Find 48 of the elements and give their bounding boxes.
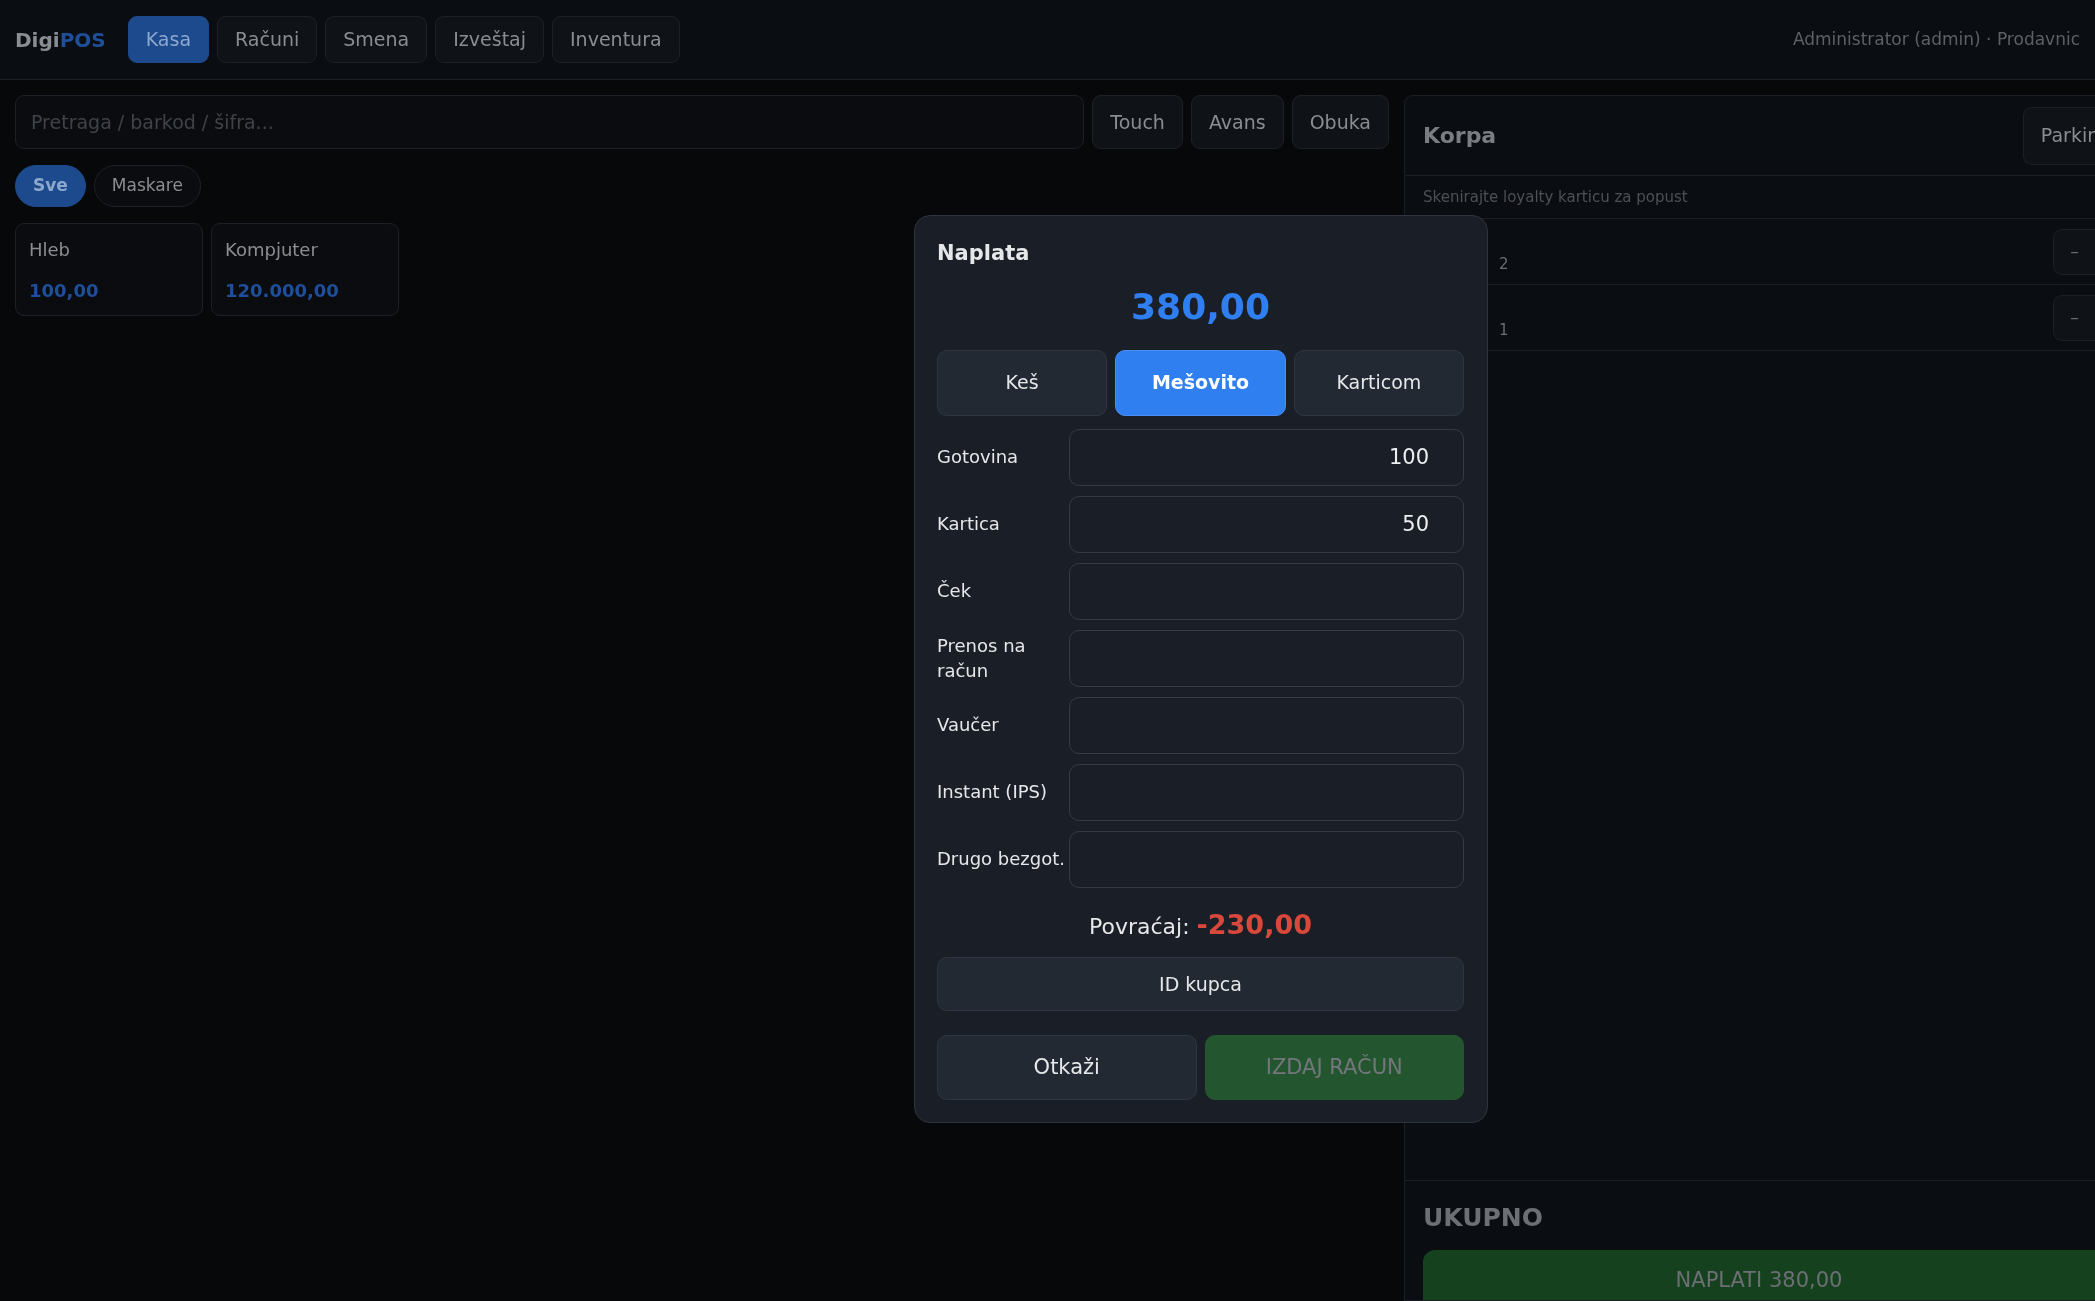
product-card[interactable]: Hleb 100,00 bbox=[15, 223, 203, 316]
amount-field[interactable] bbox=[1069, 830, 1464, 888]
product-name: Kompjuter bbox=[225, 238, 319, 262]
amount-field[interactable] bbox=[1069, 562, 1464, 620]
nav-tab[interactable]: Računi bbox=[217, 16, 318, 63]
field-label: Ček bbox=[937, 579, 973, 604]
search-field[interactable]: Pretraga / barkod / šifra... bbox=[15, 95, 1085, 149]
amount-field[interactable]: 100 bbox=[1069, 428, 1464, 486]
nav-tab[interactable]: Izveštaj bbox=[435, 16, 544, 63]
amount-field[interactable]: 50 bbox=[1069, 495, 1464, 553]
logo: DigiPOS bbox=[15, 26, 106, 54]
product-name: Hleb bbox=[29, 238, 72, 262]
nav-tab[interactable]: Kasa bbox=[127, 16, 210, 63]
item-quantity: 1 bbox=[1499, 320, 1509, 342]
field-label: Instant (IPS) bbox=[937, 780, 1048, 805]
nav-tab[interactable]: Inventura bbox=[552, 16, 680, 63]
payment-method-button[interactable]: Mešovito bbox=[1115, 349, 1286, 416]
product-card[interactable]: Kompjuter 120.000,00 bbox=[211, 223, 399, 316]
category-pill[interactable]: Maskare bbox=[93, 165, 201, 207]
field-label: Kartica bbox=[937, 512, 1001, 537]
amount-field[interactable] bbox=[1069, 763, 1464, 821]
amount-due: 380,00 bbox=[1130, 284, 1271, 329]
payment-method-button[interactable]: Keš bbox=[937, 349, 1108, 416]
nav-tab[interactable]: Smena bbox=[325, 16, 428, 63]
decrease-button[interactable]: – bbox=[2053, 228, 2095, 275]
product-price: 100,00 bbox=[29, 279, 100, 303]
amount-field[interactable] bbox=[1069, 629, 1464, 687]
decrease-button[interactable]: – bbox=[2053, 294, 2095, 341]
field-label: Vaučer bbox=[937, 713, 1000, 738]
field-label: Drugo bezgot. bbox=[937, 847, 1066, 872]
category-pill[interactable]: Sve bbox=[15, 165, 86, 207]
cart-title: Korpa bbox=[1423, 122, 1497, 150]
amount-field[interactable] bbox=[1069, 696, 1464, 754]
dialog-title: Naplata bbox=[937, 240, 1031, 267]
payment-method-button[interactable]: Karticom bbox=[1293, 349, 1464, 416]
toolbar-button[interactable]: Obuka bbox=[1291, 95, 1389, 149]
toolbar-button[interactable]: Touch bbox=[1092, 95, 1183, 149]
change-amount: Povraćaj: -230,00 bbox=[1088, 907, 1313, 942]
item-quantity: 2 bbox=[1499, 254, 1509, 276]
user-info: Administrator (admin) · Prodavnic bbox=[1792, 27, 2080, 51]
park-button[interactable]: Parkir bbox=[2022, 106, 2095, 165]
field-label: Prenos na račun bbox=[937, 633, 1027, 683]
product-price: 120.000,00 bbox=[225, 279, 340, 303]
customer-id-button[interactable]: ID kupca bbox=[937, 957, 1464, 1011]
toolbar-button[interactable]: Avans bbox=[1190, 95, 1284, 149]
total-label: UKUPNO bbox=[1423, 1201, 1545, 1234]
field-label: Gotovina bbox=[937, 445, 1020, 470]
cancel-button[interactable]: Otkaži bbox=[937, 1035, 1197, 1100]
